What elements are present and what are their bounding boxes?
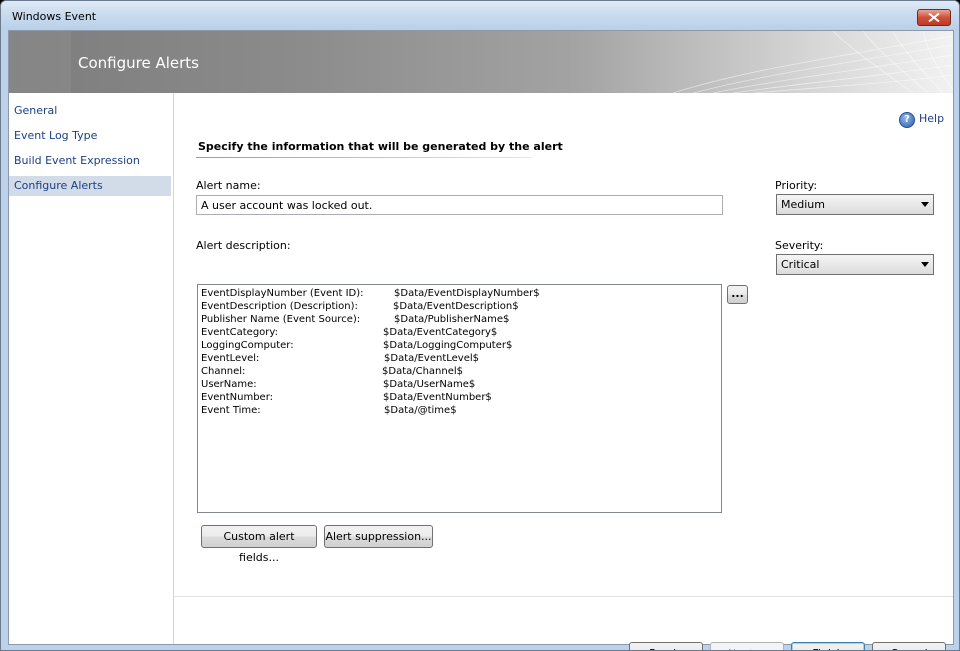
description-row: UserName: $Data/UserName$ [201,378,718,391]
header-banner: Configure Alerts [9,31,953,93]
description-value: $Data/PublisherName$ [394,314,510,325]
close-button[interactable] [917,9,951,26]
priority-select[interactable]: Medium [776,194,934,215]
alert-description-label: Alert description: [196,239,291,252]
description-value: $Data/LoggingComputer$ [383,340,513,351]
cancel-button[interactable]: Cancel [872,642,946,650]
description-value: $Data/UserName$ [383,379,476,390]
page-title: Configure Alerts [78,54,199,72]
description-value: $Data/@time$ [384,405,457,416]
nav-item-event-log-type[interactable]: Event Log Type [9,126,171,146]
description-row: EventDisplayNumber (Event ID): $Data/Even… [201,287,718,300]
help-question-icon: ? [899,112,915,128]
description-value: $Data/EventDisplayNumber$ [394,288,540,299]
priority-value: Medium [781,198,825,211]
nav-item-build-event-expression[interactable]: Build Event Expression [9,151,171,171]
section-heading: Specify the information that will be gen… [198,140,563,153]
main-panel: ? Help Specify the information that will… [174,93,953,650]
description-key: EventDisplayNumber (Event ID): [201,288,364,299]
description-key: Channel: [201,366,246,377]
dialog-window: Windows Event Configure Alerts General E… [0,0,960,651]
footer-divider [174,596,953,597]
description-row: Publisher Name (Event Source): $Data/Publ… [201,313,718,326]
description-value: $Data/EventCategory$ [383,327,498,338]
window-title: Windows Event [12,10,97,23]
description-value: $Data/Channel$ [382,366,464,377]
finish-button[interactable]: Finish [791,642,865,650]
description-row: EventNumber: $Data/EventNumber$ [201,391,718,404]
severity-select[interactable]: Critical [776,254,934,275]
previous-button[interactable]: < Previous [629,642,703,650]
banner-accent [9,31,71,93]
alert-name-field[interactable] [196,195,723,215]
severity-value: Critical [781,258,820,271]
custom-alert-fields-button[interactable]: Custom alert fields... [201,525,317,564]
description-value: $Data/EventNumber$ [383,392,492,403]
description-key: EventDescription (Description): [201,301,358,312]
description-key: EventLevel: [201,353,260,364]
section-divider [196,157,531,158]
priority-label: Priority: [775,179,818,192]
description-value: $Data/EventDescription$ [393,301,519,312]
description-row: EventDescription (Description): $Data/Eve… [201,300,718,313]
chevron-down-icon [921,262,929,267]
description-key: Publisher Name (Event Source): [201,314,361,325]
description-key: LoggingComputer: [201,340,294,351]
alert-description-field[interactable]: EventDisplayNumber (Event ID): $Data/Even… [197,284,722,513]
description-row: EventCategory: $Data/EventCategory$ [201,326,718,339]
alert-name-label: Alert name: [196,179,261,192]
description-key: EventCategory: [201,327,278,338]
alert-suppression-button[interactable]: Alert suppression... [324,525,433,548]
description-row: LoggingComputer: $Data/LoggingComputer$ [201,339,718,352]
close-icon [928,13,940,22]
dialog-client: Configure Alerts General Event Log Type [8,30,954,650]
description-key: Event Time: [201,405,261,416]
description-row: Event Time: $Data/@time$ [201,404,718,417]
description-value: $Data/EventLevel$ [384,353,480,364]
nav-item-general[interactable]: General [9,101,171,121]
description-browse-button[interactable]: ... [727,285,748,304]
wizard-nav: General Event Log Type Build Event Expre… [9,93,174,644]
description-key: EventNumber: [201,392,274,403]
help-label: Help [919,112,945,125]
severity-label: Severity: [775,239,824,252]
chevron-down-icon [921,202,929,207]
title-bar[interactable]: Windows Event [1,1,959,30]
description-row: Channel: $Data/Channel$ [201,365,718,378]
banner-decoration [672,31,953,93]
next-button[interactable]: Next > [710,642,784,650]
description-key: UserName: [201,379,257,390]
nav-item-configure-alerts[interactable]: Configure Alerts [9,176,171,196]
description-row: EventLevel: $Data/EventLevel$ [201,352,718,365]
